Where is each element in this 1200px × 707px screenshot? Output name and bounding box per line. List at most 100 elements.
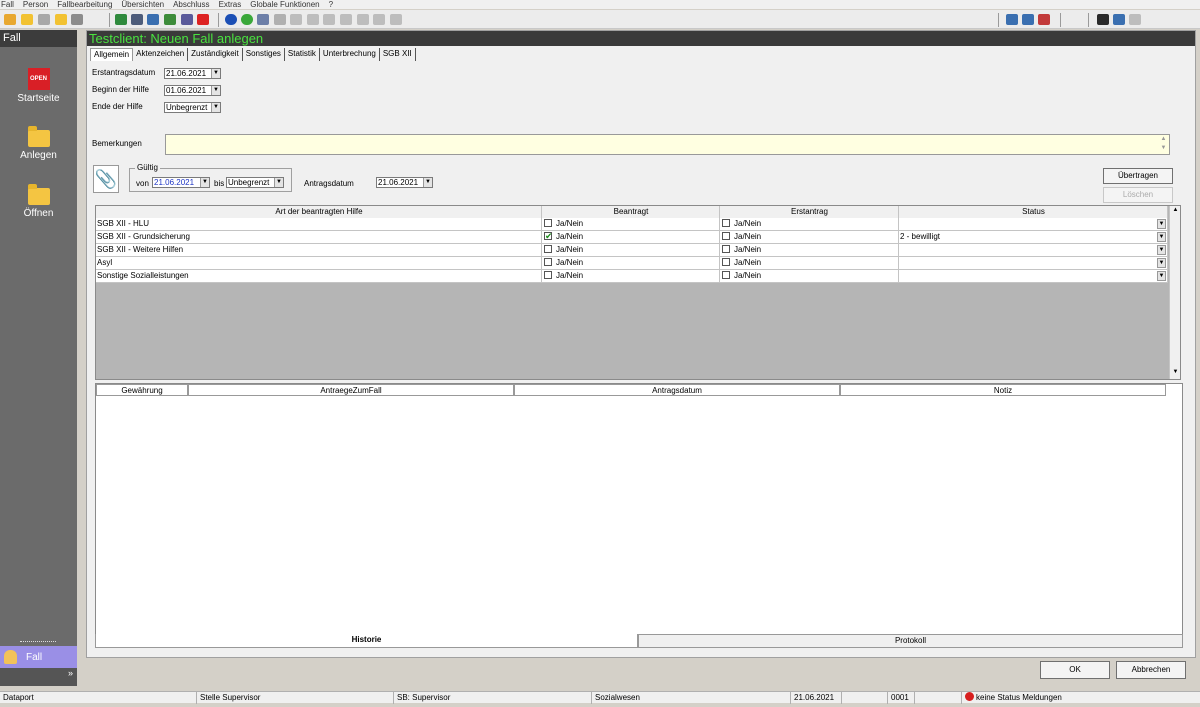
table-row[interactable]: SGB XII - Grundsicherung Ja/Nein Ja/Nein… [96,231,1168,244]
beantragt-checkbox[interactable] [544,258,552,266]
tab-protokoll[interactable]: Protokoll [638,634,1183,648]
menu-globale-funktionen[interactable]: Globale Funktionen [250,0,319,9]
header-erstantrag[interactable]: Erstantrag [720,206,899,218]
beantragt-checkbox[interactable] [544,245,552,253]
menu-abschluss[interactable]: Abschluss [173,0,209,9]
nav-anlegen[interactable]: Anlegen [0,126,77,161]
menu-fallbearbeitung[interactable]: Fallbearbeitung [57,0,112,9]
cell-erstantrag[interactable]: Ja/Nein [720,270,899,282]
bemerkungen-textarea[interactable] [165,134,1170,155]
table-row[interactable]: Sonstige Sozialleistungen Ja/Nein Ja/Nei… [96,270,1168,283]
tab-sgb-xii[interactable]: SGB XII [380,48,416,61]
plus-icon[interactable] [197,14,209,25]
status-dropdown-icon[interactable]: ▼ [1157,258,1166,268]
cell-erstantrag[interactable]: Ja/Nein [720,231,899,243]
erstantrag-checkbox[interactable] [722,232,730,240]
menu-person[interactable]: Person [23,0,48,9]
tab-unterbrechung[interactable]: Unterbrechung [320,48,380,61]
status-dropdown-icon[interactable]: ▼ [1157,232,1166,242]
cell-erstantrag[interactable]: Ja/Nein [720,218,899,230]
table-row[interactable]: Asyl Ja/Nein Ja/Nein ▼ [96,257,1168,270]
header-antragsdatum[interactable]: Antragsdatum [514,384,840,396]
abbrechen-button[interactable]: Abbrechen [1116,661,1186,679]
header-beantragt[interactable]: Beantragt [542,206,720,218]
beginn-date-picker[interactable]: 01.06.2021 ▼ [164,85,221,96]
tab-statistik[interactable]: Statistik [285,48,320,61]
window-close-icon[interactable] [1038,14,1050,25]
dropdown-arrow-icon[interactable]: ▼ [211,86,220,95]
cell-status[interactable]: ▼ [899,257,1168,269]
tab-allgemein[interactable]: Allgemein [90,48,134,61]
window-tile-icon[interactable] [1022,14,1034,25]
folder-edit-icon[interactable] [55,14,67,25]
scroll-up-icon[interactable]: ▲ [1171,207,1180,216]
erstantrag-checkbox[interactable] [722,258,730,266]
cell-erstantrag[interactable]: Ja/Nein [720,257,899,269]
cell-beantragt[interactable]: Ja/Nein [542,270,720,282]
menu-extras[interactable]: Extras [219,0,242,9]
users-icon[interactable] [164,14,176,25]
back-icon[interactable] [4,14,16,25]
help-icon[interactable] [241,14,253,25]
dropdown-arrow-icon[interactable]: ▼ [211,69,220,78]
ok-button[interactable]: OK [1040,661,1110,679]
message-icon[interactable] [257,14,269,25]
beantragt-checkbox[interactable] [544,219,552,227]
uebertragen-button[interactable]: Übertragen [1103,168,1173,184]
status-dropdown-icon[interactable]: ▼ [1157,245,1166,255]
cell-beantragt[interactable]: Ja/Nein [542,231,720,243]
nav-item-fall[interactable]: Fall [0,646,77,668]
cell-status[interactable]: ▼ [899,270,1168,282]
tab-sonstiges[interactable]: Sonstiges [243,48,285,61]
window-icon[interactable] [1006,14,1018,25]
cell-beantragt[interactable]: Ja/Nein [542,257,720,269]
loeschen-button[interactable]: Löschen [1103,187,1173,203]
header-gewaehrung[interactable]: Gewährung [96,384,188,396]
scroll-down-icon[interactable]: ▼ [1171,369,1180,378]
cell-status[interactable]: 2 - bewilligt ▼ [899,231,1168,243]
calculator-icon[interactable] [115,14,127,25]
erstantrag-checkbox[interactable] [722,219,730,227]
header-art[interactable]: Art der beantragten Hilfe [96,206,542,218]
cell-erstantrag[interactable]: Ja/Nein [720,244,899,256]
dropdown-arrow-icon[interactable]: ▼ [211,103,220,112]
tool-icon[interactable] [274,14,286,25]
tab-aktenzeichen[interactable]: Aktenzeichen [133,48,189,61]
person-icon[interactable] [1097,14,1109,25]
attachment-paperclip-icon[interactable]: 📎 [93,165,119,193]
menu-fall[interactable]: Fall [1,0,14,9]
tab-historie[interactable]: Historie [95,634,638,648]
print-icon[interactable] [71,14,83,25]
antragsdatum-date-picker[interactable]: 21.06.2021 ▼ [376,177,433,188]
bemerkungen-scroll-arrows[interactable]: ▲ ▼ [1158,135,1169,154]
dropdown-arrow-icon[interactable]: ▼ [423,178,432,187]
header-antraege-zum-fall[interactable]: AntraegeZumFall [188,384,514,396]
settings-icon[interactable] [1129,14,1141,25]
cell-beantragt[interactable]: Ja/Nein [542,218,720,230]
von-date-picker[interactable]: 21.06.2021 ▼ [152,177,210,188]
save-icon[interactable] [38,14,50,25]
cell-status[interactable]: ▼ [899,244,1168,256]
hilfe-grid-scrollbar[interactable]: ▲ ▼ [1169,206,1180,379]
table-row[interactable]: SGB XII - HLU Ja/Nein Ja/Nein ▼ [96,218,1168,231]
cell-status[interactable]: ▼ [899,218,1168,230]
tab-zustaendigkeit[interactable]: Zuständigkeit [188,48,243,61]
open-folder-icon[interactable] [21,14,33,25]
ende-date-picker[interactable]: Unbegrenzt ▼ [164,102,221,113]
table-icon[interactable] [131,14,143,25]
dropdown-arrow-icon[interactable]: ▼ [274,178,283,187]
menu-help[interactable]: ? [329,0,333,9]
list-icon[interactable] [1113,14,1125,25]
erstantrag-checkbox[interactable] [722,245,730,253]
table-row[interactable]: SGB XII - Weitere Hilfen Ja/Nein Ja/Nein… [96,244,1168,257]
cell-beantragt[interactable]: Ja/Nein [542,244,720,256]
erstantrag-checkbox[interactable] [722,271,730,279]
nav-splitter[interactable] [20,641,56,643]
nav-startseite[interactable]: OPEN Startseite [0,68,77,104]
nav-more-button[interactable]: » [0,668,77,686]
status-dropdown-icon[interactable]: ▼ [1157,271,1166,281]
dropdown-arrow-icon[interactable]: ▼ [200,178,209,187]
document-copy-icon[interactable] [147,14,159,25]
beantragt-checkbox[interactable] [544,271,552,279]
header-status[interactable]: Status [899,206,1168,218]
